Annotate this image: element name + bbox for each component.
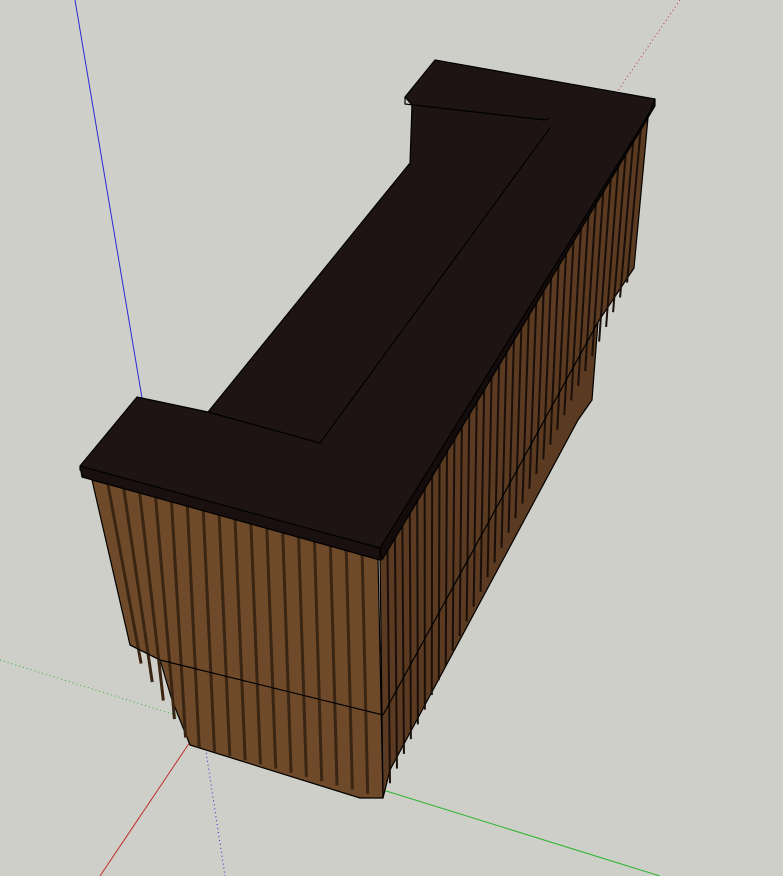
blue-axis xyxy=(74,0,143,399)
slat-groove xyxy=(437,459,441,681)
slat-groove xyxy=(416,496,419,725)
green-axis xyxy=(382,789,661,876)
slat-groove xyxy=(408,508,412,740)
red-axis xyxy=(99,741,191,876)
green-axis-negative xyxy=(0,659,186,719)
blue-axis-negative xyxy=(204,744,226,876)
red-axis-negative xyxy=(614,0,681,96)
reception-desk-model[interactable] xyxy=(79,59,656,799)
slat-groove xyxy=(444,447,448,666)
3d-viewport[interactable] xyxy=(0,0,783,876)
